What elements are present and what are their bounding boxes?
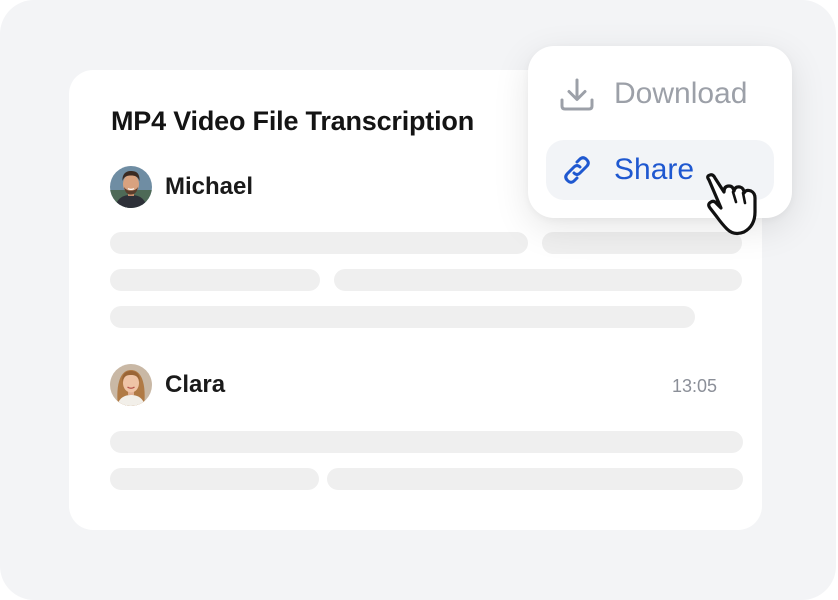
transcript-placeholder-line: [334, 269, 742, 291]
canvas-background: MP4 Video File Transcription Michael Cla…: [0, 0, 836, 600]
transcript-placeholder-line: [110, 232, 528, 254]
speaker-row-clara: Clara: [110, 364, 225, 406]
transcription-title: MP4 Video File Transcription: [111, 106, 474, 136]
speaker-name: Michael: [165, 173, 254, 200]
download-icon: [560, 78, 594, 111]
download-label: Download: [614, 77, 748, 110]
transcript-placeholder-line: [110, 468, 319, 490]
speaker-timestamp: 13:05: [672, 376, 718, 396]
transcript-placeholder-line: [110, 431, 743, 453]
transcript-placeholder-line: [327, 468, 743, 490]
speaker-row-michael: Michael: [110, 166, 253, 208]
woman-avatar-icon: [110, 364, 152, 406]
speaker-name: Clara: [165, 371, 226, 398]
transcript-placeholder-line: [110, 269, 320, 291]
hand-pointer-icon: [706, 173, 757, 236]
share-label: Share: [614, 153, 695, 186]
transcript-placeholder-line: [110, 306, 695, 328]
man-avatar-icon: [110, 166, 152, 208]
download-menu-item[interactable]: Download: [546, 64, 774, 124]
link-icon: [564, 156, 590, 184]
